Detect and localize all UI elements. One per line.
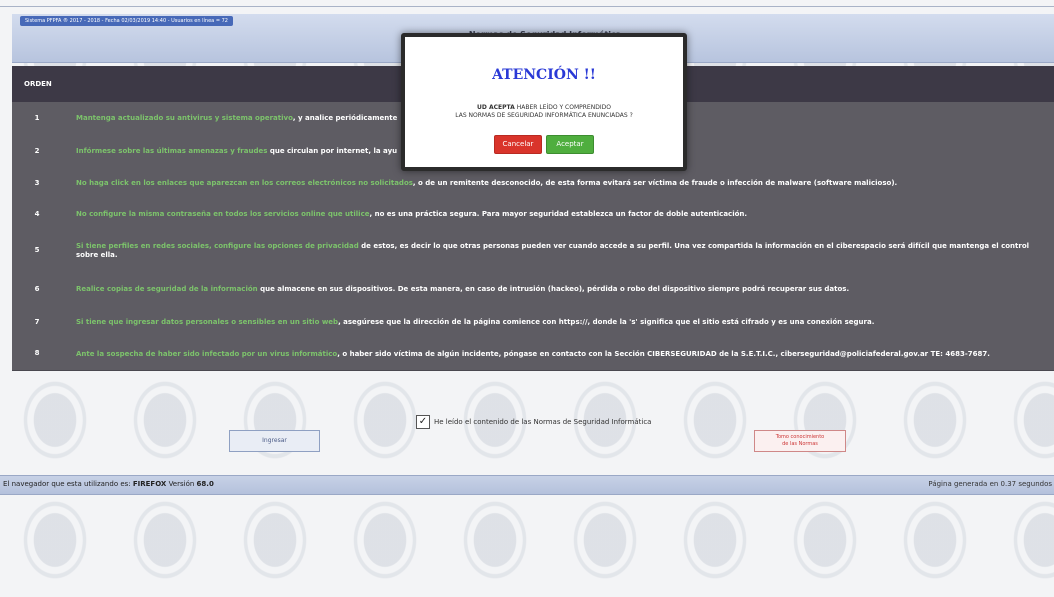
table-row: 6 Realice copias de seguridad de la infor… — [12, 272, 1054, 308]
browser-version: 68.0 — [196, 480, 214, 488]
top-divider — [0, 6, 1054, 7]
page-generated-time: Página generada en 0.37 segundos — [928, 480, 1052, 488]
accept-norms-area: ✓ He leído el contenido de las Normas de… — [416, 414, 651, 430]
row-body: que almacene en sus dispositivos. De est… — [257, 285, 850, 293]
row-text: No configure la misma contraseña en todo… — [76, 210, 1040, 219]
row-number: 4 — [34, 209, 40, 218]
attention-dialog: ATENCIÓN !! UD ACEPTA HABER LEÍDO Y COMP… — [401, 33, 687, 171]
row-highlight: Realice copias de seguridad de la inform… — [76, 285, 258, 293]
dialog-buttons: Cancelar Aceptar — [405, 135, 683, 154]
row-text: Ante la sospecha de haber sido infectado… — [76, 350, 1040, 359]
row-body: , o haber sido víctima de algún incident… — [337, 349, 990, 358]
row-highlight: Mantenga actualizado su antivirus y sist… — [76, 114, 293, 122]
row-highlight: Infórmese sobre las últimas amenazas y f… — [76, 147, 268, 155]
browser-name: FIREFOX — [132, 480, 167, 488]
ingresar-button[interactable]: Ingresar — [229, 430, 320, 452]
row-highlight: No configure la misma contraseña en todo… — [76, 210, 370, 218]
row-number: 5 — [34, 246, 40, 254]
row-number: 6 — [34, 284, 40, 293]
browser-info: El navegador que esta utilizando es: FIR… — [3, 480, 214, 488]
order-column-header: ORDEN — [24, 80, 52, 88]
row-body: que circulan por internet, la ayu — [267, 147, 398, 155]
dialog-message-bold: UD ACEPTA — [477, 104, 515, 111]
system-info-badge: Sistema PFPFA ® 2017 - 2018 - Fecha 02/0… — [20, 16, 233, 26]
table-row: 7 Si tiene que ingresar datos personales … — [12, 307, 1054, 339]
row-highlight: Si tiene que ingresar datos personales o… — [76, 318, 339, 326]
dialog-message-line2: LAS NORMAS DE SEGURIDAD INFORMÁTICA ENUN… — [455, 112, 633, 119]
dialog-title: ATENCIÓN !! — [492, 67, 596, 83]
version-prefix: Versión — [168, 480, 195, 488]
dialog-message-line1: UD ACEPTA HABER LEÍDO Y COMPRENDIDO — [405, 104, 683, 111]
accept-button[interactable]: Aceptar — [546, 135, 594, 154]
row-number: 8 — [34, 349, 40, 357]
table-row: 8 Ante la sospecha de haber sido infectad… — [12, 338, 1054, 371]
row-body: , y analice periódicamente — [292, 114, 398, 122]
table-row: 3 No haga click en los enlaces que aparez… — [12, 168, 1054, 200]
row-body: , o de un remitente desconocido, de esta… — [412, 179, 898, 187]
row-text: Si tiene perfiles en redes sociales, con… — [76, 242, 1040, 260]
row-number: 3 — [34, 178, 40, 187]
browser-prefix: El navegador que esta utilizando es: — [3, 480, 131, 488]
row-highlight: Si tiene perfiles en redes sociales, con… — [76, 242, 359, 250]
row-number: 7 — [34, 317, 40, 326]
row-body: , no es una práctica segura. Para mayor … — [369, 210, 748, 218]
row-text: No haga click en los enlaces que aparezc… — [76, 179, 1040, 188]
row-text: Realice copias de seguridad de la inform… — [76, 285, 1040, 294]
row-highlight: Ante la sospecha de haber sido infectado… — [76, 349, 338, 358]
acknowledge-norms-button[interactable]: Tomo conocimiento de las Normas — [754, 430, 846, 452]
dialog-message-rest: HABER LEÍDO Y COMPRENDIDO — [514, 104, 611, 111]
table-row: 4 No configure la misma contraseña en tod… — [12, 199, 1054, 231]
acknowledge-norms-line2: de las Normas — [782, 441, 818, 447]
row-highlight: No haga click en los enlaces que aparezc… — [76, 179, 413, 187]
row-number: 2 — [34, 146, 40, 155]
acknowledge-norms-line1: Tomo conocimiento — [775, 434, 825, 440]
row-number: 1 — [34, 113, 40, 122]
accept-norms-label[interactable]: He leído el contenido de las Normas de S… — [434, 418, 651, 426]
row-body: , asegúrese que la dirección de la págin… — [338, 318, 875, 326]
table-row: 5 Si tiene perfiles en redes sociales, co… — [12, 230, 1054, 273]
cancel-button[interactable]: Cancelar — [494, 135, 542, 154]
accept-norms-checkbox[interactable]: ✓ — [416, 415, 430, 429]
row-text: Si tiene que ingresar datos personales o… — [76, 318, 1040, 327]
